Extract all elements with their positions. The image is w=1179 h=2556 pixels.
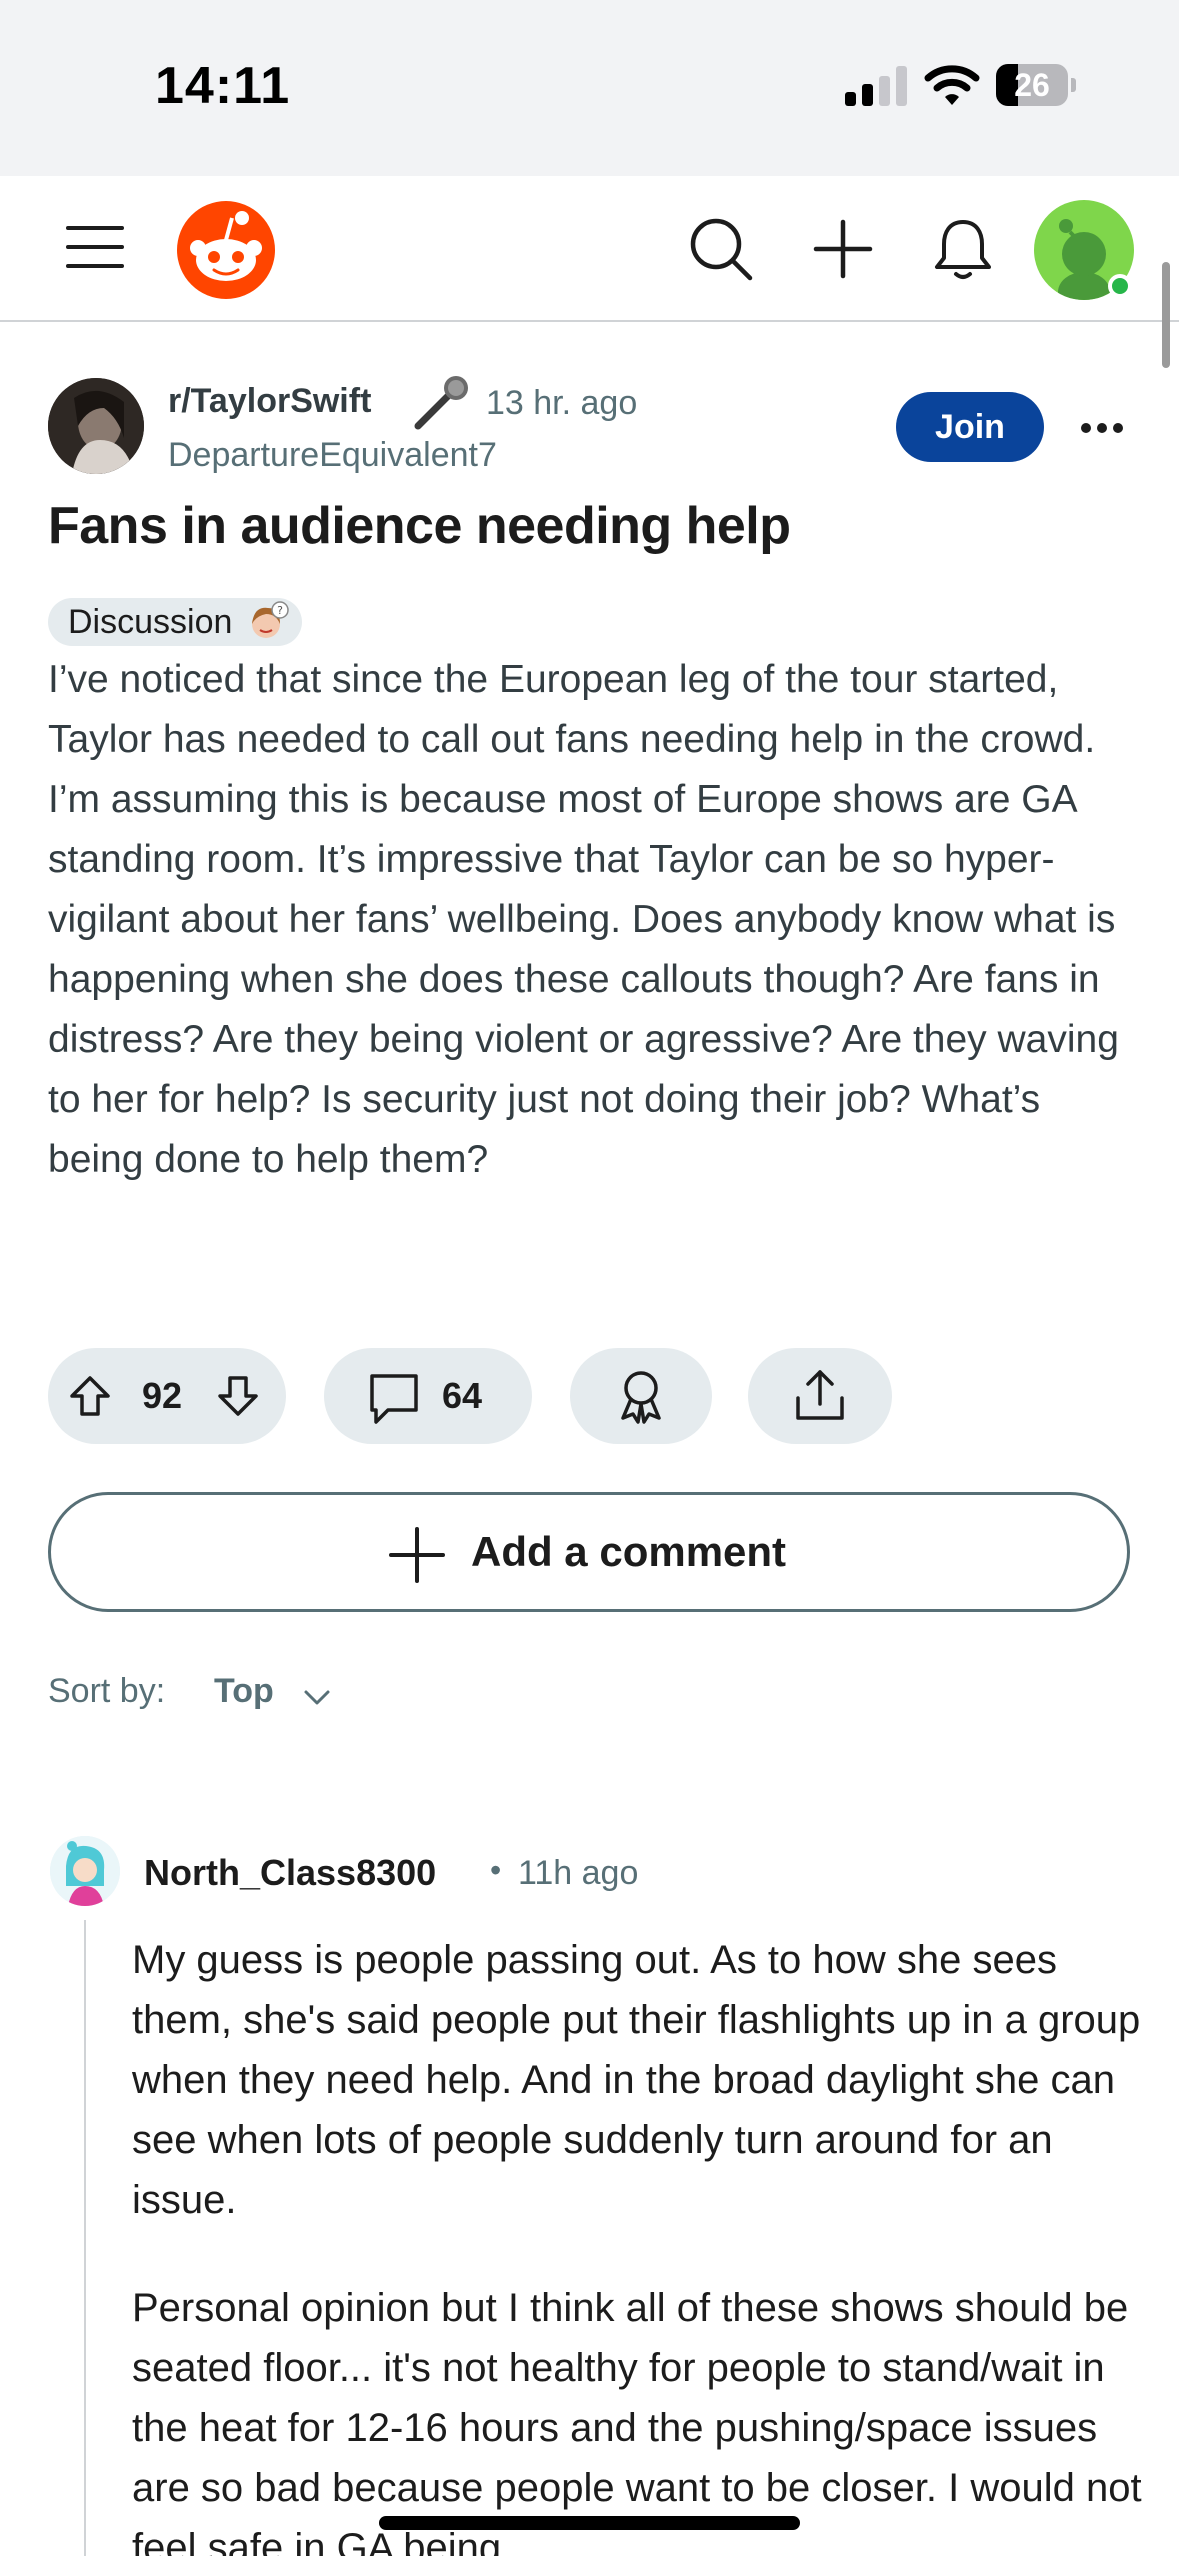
bell-icon[interactable] bbox=[928, 214, 998, 284]
comment-icon bbox=[370, 1374, 418, 1424]
post-author[interactable]: DepartureEquivalent7 bbox=[168, 436, 497, 475]
comments-button[interactable]: 64 bbox=[324, 1348, 532, 1444]
comment-paragraph: My guess is people passing out. As to ho… bbox=[132, 1938, 1141, 2222]
battery-level: 26 bbox=[1014, 67, 1050, 103]
award-icon bbox=[621, 1371, 661, 1424]
battery-icon: 26 bbox=[996, 64, 1076, 106]
upvote-icon[interactable] bbox=[68, 1374, 112, 1418]
comment-body: My guess is people passing out. As to ho… bbox=[132, 1930, 1152, 2556]
subreddit-name[interactable]: r/TaylorSwift bbox=[168, 382, 371, 421]
join-button[interactable]: Join bbox=[896, 392, 1044, 462]
scrollbar[interactable] bbox=[1162, 262, 1170, 368]
search-icon[interactable] bbox=[688, 216, 754, 282]
status-bar: 14:11 26 bbox=[0, 0, 1179, 176]
status-time: 14:11 bbox=[155, 57, 291, 115]
vote-count: 92 bbox=[142, 1375, 183, 1416]
add-comment-label: Add a comment bbox=[471, 1528, 787, 1575]
cellular-signal-icon bbox=[845, 66, 907, 106]
comment-author[interactable]: North_Class8300 bbox=[144, 1852, 436, 1894]
post-body: I’ve noticed that since the European leg… bbox=[48, 658, 1119, 1181]
comment-timestamp: 11h ago bbox=[518, 1854, 639, 1892]
vote-bar: 92 bbox=[48, 1348, 286, 1444]
home-indicator[interactable] bbox=[379, 2516, 800, 2530]
award-button[interactable] bbox=[570, 1348, 712, 1444]
add-icon bbox=[389, 1527, 445, 1583]
flair-label: Discussion bbox=[68, 603, 233, 641]
menu-icon[interactable] bbox=[66, 218, 124, 276]
add-comment-button[interactable]: Add a comment bbox=[48, 1492, 1130, 1612]
create-post-icon[interactable] bbox=[810, 216, 876, 282]
meta-separator: • bbox=[490, 1852, 502, 1888]
chevron-down-icon[interactable] bbox=[300, 1680, 334, 1714]
reddit-logo[interactable] bbox=[176, 200, 276, 300]
sort-label: Sort by: bbox=[48, 1672, 166, 1710]
wifi-icon bbox=[924, 65, 980, 105]
comment-count: 64 bbox=[442, 1375, 483, 1416]
flair-emoji-icon: ? bbox=[252, 601, 290, 638]
post-timestamp: 13 hr. ago bbox=[486, 384, 638, 422]
share-button[interactable] bbox=[748, 1348, 892, 1444]
subreddit-avatar[interactable] bbox=[48, 378, 144, 474]
svg-text:?: ? bbox=[277, 604, 283, 617]
share-icon bbox=[796, 1370, 844, 1420]
online-status-dot bbox=[1108, 274, 1132, 298]
more-options-icon[interactable] bbox=[1078, 404, 1126, 452]
comment-paragraph: Personal opinion but I think all of thes… bbox=[132, 2286, 1142, 2556]
comment-thread-line[interactable] bbox=[84, 1920, 86, 2556]
top-navigation-bar bbox=[0, 176, 1179, 322]
commenter-avatar[interactable] bbox=[50, 1836, 120, 1906]
sort-dropdown[interactable]: Top bbox=[214, 1672, 274, 1711]
reddit-post-page: 14:11 26 r/TaylorSwift 13 hr. ago Depart… bbox=[0, 0, 1179, 2556]
downvote-icon[interactable] bbox=[216, 1374, 260, 1418]
post-flair[interactable]: Discussion ? bbox=[48, 598, 303, 646]
post-title[interactable]: Fans in audience needing help bbox=[48, 496, 791, 556]
microphone-icon bbox=[414, 376, 468, 430]
